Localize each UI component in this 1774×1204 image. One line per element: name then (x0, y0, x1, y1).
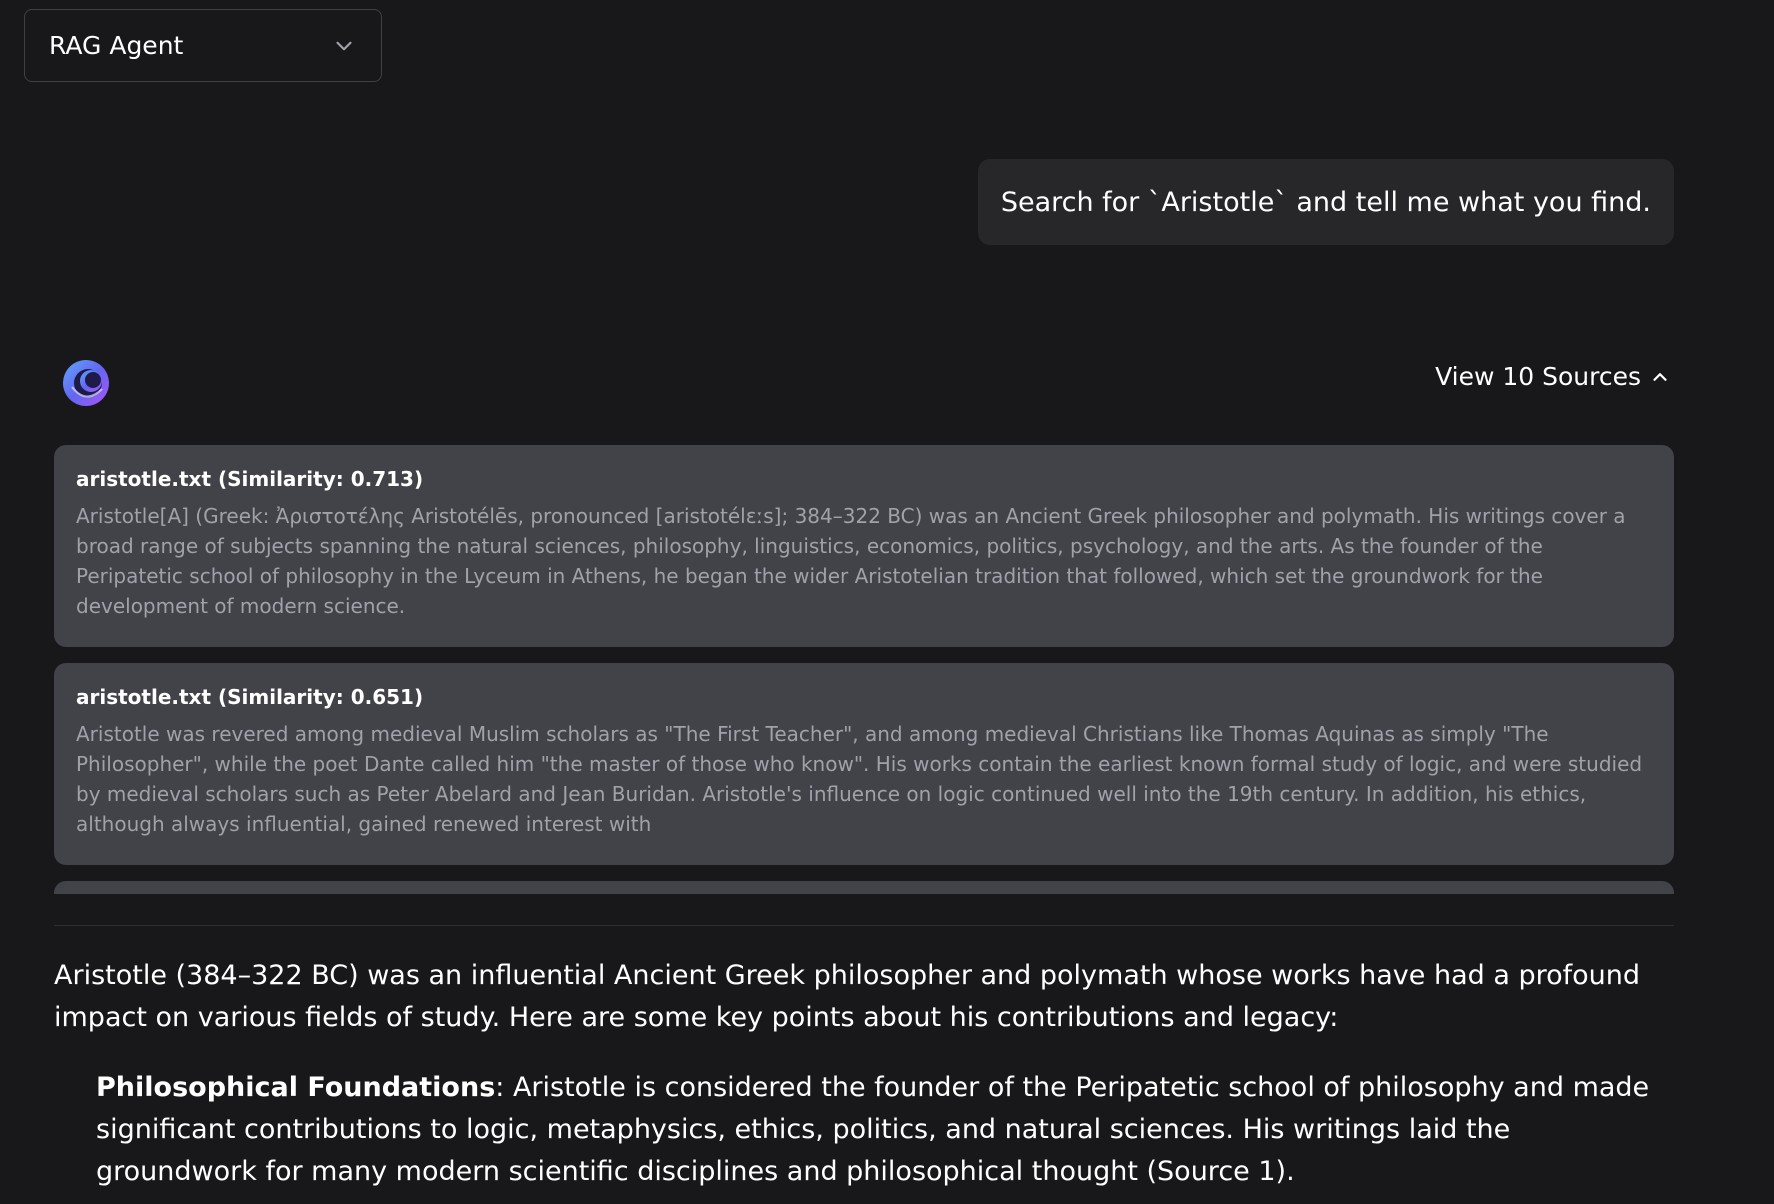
answer-intro: Aristotle (384–322 BC) was an influentia… (54, 960, 1641, 1033)
chevron-up-icon (1653, 372, 1667, 381)
user-message-bubble: Search for `Aristotle` and tell me what … (977, 159, 1674, 245)
agent-selector[interactable]: RAG Agent (24, 9, 382, 82)
assistant-logo-icon (63, 360, 109, 406)
source-text: Aristotle[A] (Greek: Ἀριστοτέλης Aristot… (76, 504, 1626, 618)
answer-point: Philosophical Foundations: Aristotle is … (54, 1067, 1674, 1193)
source-card: aristotle.txt (Similarity: 0.651) Aristo… (54, 663, 1674, 865)
source-card: aristotle.txt (Similarity: 0.713) Aristo… (54, 445, 1674, 647)
source-title: aristotle.txt (Similarity: 0.713) (76, 467, 424, 491)
answer-point-heading: Philosophical Foundations (96, 1072, 496, 1103)
source-title: aristotle.txt (Similarity: 0.651) (76, 685, 424, 709)
source-text: Aristotle was revered among medieval Mus… (76, 722, 1643, 836)
user-message-text: Search for `Aristotle` and tell me what … (1000, 186, 1651, 218)
assistant-answer: Aristotle (384–322 BC) was an influentia… (54, 955, 1674, 1193)
view-sources-toggle[interactable]: View 10 Sources (1435, 362, 1671, 391)
sources-panel[interactable]: aristotle.txt (Similarity: 0.713) Aristo… (54, 445, 1674, 894)
source-card (54, 881, 1674, 894)
agent-selector-label: RAG Agent (49, 31, 184, 60)
chevron-down-icon (336, 41, 352, 50)
divider (54, 925, 1674, 926)
view-sources-label: View 10 Sources (1435, 362, 1641, 391)
